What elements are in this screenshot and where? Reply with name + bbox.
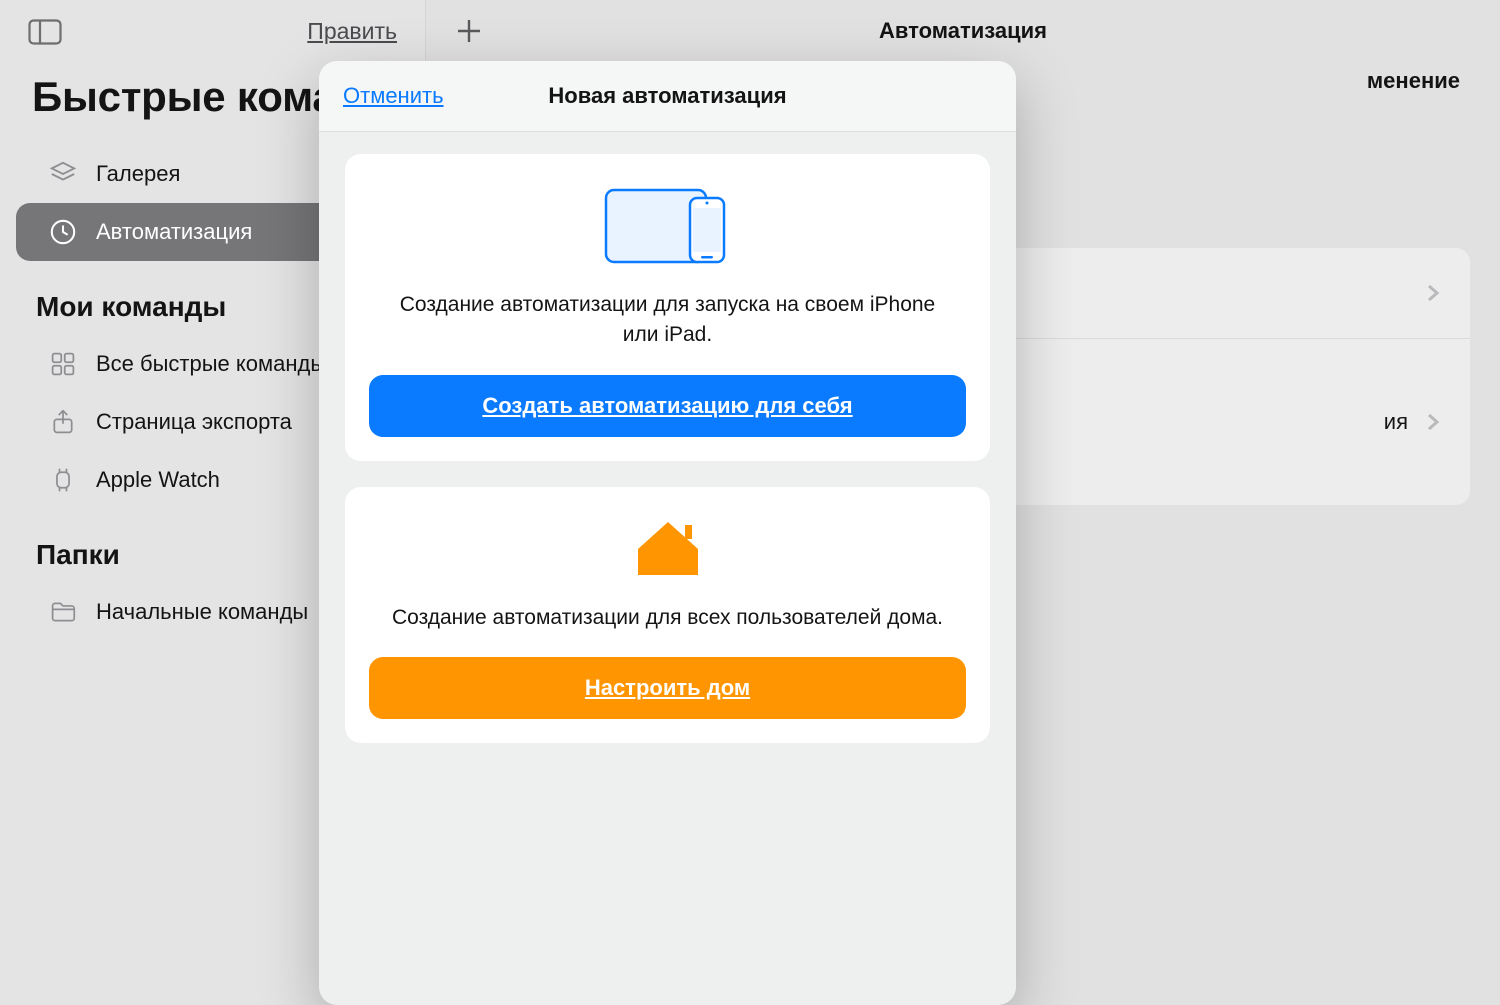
chevron-right-icon	[1424, 284, 1442, 302]
sidebar-item-label: Все быстрые команды	[96, 351, 326, 377]
sidebar-item-label: Галерея	[96, 161, 180, 187]
sidebar-item-label: Начальные команды	[96, 599, 308, 625]
clock-icon	[48, 217, 78, 247]
new-automation-modal: Отменить Новая автоматизация Создание ав…	[319, 61, 1016, 1005]
home-description: Создание автоматизации для всех пользова…	[382, 599, 953, 637]
share-icon	[48, 407, 78, 437]
main-title: Автоматизация	[484, 18, 1442, 44]
layers-icon	[48, 159, 78, 189]
folder-icon	[48, 597, 78, 627]
modal-title: Новая автоматизация	[548, 83, 786, 109]
sidebar-toolbar: Править	[0, 0, 425, 55]
create-personal-automation-button[interactable]: Создать автоматизацию для себя	[369, 375, 966, 437]
main-toolbar: Автоматизация	[426, 0, 1500, 62]
personal-description: Создание автоматизации для запуска на св…	[369, 286, 966, 355]
button-label: Настроить дом	[585, 675, 750, 700]
devices-icon	[598, 182, 738, 266]
sidebar-item-label: Apple Watch	[96, 467, 220, 493]
personal-automation-card: Создание автоматизации для запуска на св…	[345, 154, 990, 461]
add-button[interactable]	[454, 16, 484, 46]
cancel-button[interactable]: Отменить	[343, 83, 444, 109]
sidebar-item-label: Автоматизация	[96, 219, 252, 245]
button-label: Создать автоматизацию для себя	[482, 393, 852, 418]
configure-home-button[interactable]: Настроить дом	[369, 657, 966, 719]
list-item-label: ия	[1168, 409, 1408, 435]
watch-icon	[48, 465, 78, 495]
sub-header-text: менение	[1367, 68, 1460, 94]
sidebar-item-label: Страница экспорта	[96, 409, 292, 435]
edit-button[interactable]: Править	[307, 18, 397, 45]
modal-header: Отменить Новая автоматизация	[319, 61, 1016, 132]
modal-body: Создание автоматизации для запуска на св…	[319, 132, 1016, 765]
grid-icon	[48, 349, 78, 379]
home-icon	[633, 515, 703, 579]
home-automation-card: Создание автоматизации для всех пользова…	[345, 487, 990, 743]
sidebar-toggle-icon[interactable]	[28, 19, 62, 45]
chevron-right-icon	[1424, 413, 1442, 431]
